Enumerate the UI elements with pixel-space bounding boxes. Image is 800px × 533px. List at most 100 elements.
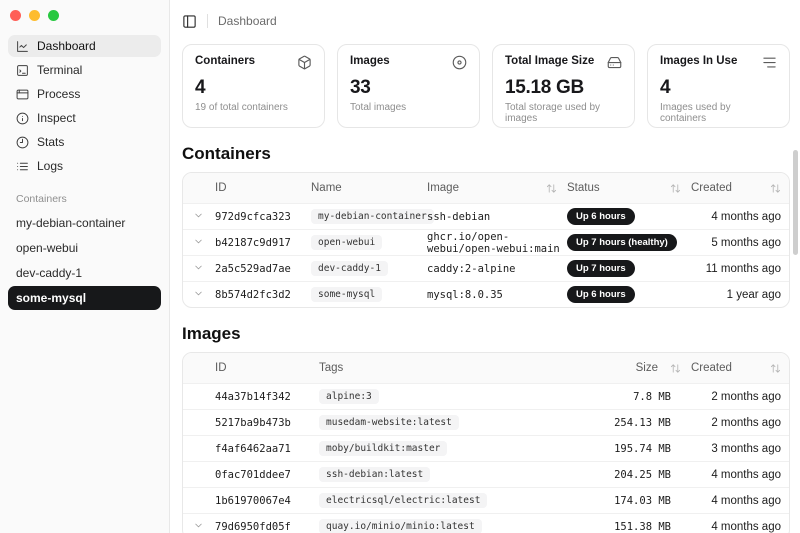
chevron-down-icon [193, 518, 204, 533]
minimize-window-button[interactable] [29, 10, 40, 21]
window-controls [8, 10, 161, 21]
sidebar-item-terminal[interactable]: Terminal [8, 59, 161, 81]
chart-line-icon [16, 40, 29, 53]
zoom-window-button[interactable] [48, 10, 59, 21]
sidebar-item-logs[interactable]: Logs [8, 155, 161, 177]
stat-card-subtitle: Total storage used by images [505, 102, 622, 124]
stat-card-value: 4 [660, 77, 777, 99]
column-header-status: Status [565, 182, 689, 194]
container-image: mysql:8.0.35 [425, 289, 565, 301]
container-created: 4 months ago [689, 211, 789, 223]
sidebar-item-stats[interactable]: Stats [8, 131, 161, 153]
container-row[interactable]: b42187c9d917open-webui ghcr.io/open-webui… [183, 229, 789, 255]
column-header-id: ID [213, 182, 309, 194]
sort-icon[interactable] [670, 363, 681, 374]
panel-left-toggle-icon[interactable] [182, 14, 197, 29]
stat-card-subtitle: Images used by containers [660, 102, 777, 124]
image-tags-badge: musedam-website:latest [319, 415, 459, 430]
hard-drive-icon [607, 55, 622, 70]
container-name-badge: my-debian-container [311, 209, 434, 224]
sidebar-item-inspect[interactable]: Inspect [8, 107, 161, 129]
image-created: 2 months ago [689, 391, 789, 403]
expand-row-button[interactable] [183, 518, 213, 533]
containers-table-header: IDNameImageStatusCreated [183, 173, 789, 203]
expand-row-button[interactable] [183, 208, 213, 226]
container-status: Up 7 hours [565, 260, 689, 277]
image-created: 2 months ago [689, 417, 789, 429]
stat-card-value: 15.18 GB [505, 77, 622, 99]
chevron-down-icon [193, 286, 204, 304]
sort-icon[interactable] [670, 183, 681, 194]
image-row[interactable]: f4af6462aa71moby/buildkit:master195.74 M… [183, 435, 789, 461]
image-tags: moby/buildkit:master [317, 441, 581, 456]
image-row[interactable]: 79d6950fd05fquay.io/minio/minio:latest15… [183, 513, 789, 533]
sidebar-container-some-mysql[interactable]: some-mysql [8, 286, 161, 310]
status-badge: Up 6 hours [567, 286, 635, 303]
images-table: IDTagsSizeCreated44a37b14f342alpine:37.8… [182, 352, 790, 533]
container-id: 8b574d2fc3d2 [213, 289, 309, 301]
stat-card-header: Containers [195, 55, 312, 70]
expand-row-button[interactable] [183, 260, 213, 278]
sidebar-container-dev-caddy-1[interactable]: dev-caddy-1 [8, 261, 161, 285]
image-row[interactable]: 1b61970067e4electricsql/electric:latest1… [183, 487, 789, 513]
container-status: Up 6 hours [565, 208, 689, 225]
chevron-down-icon [193, 234, 204, 252]
image-created: 4 months ago [689, 469, 789, 481]
sidebar-container-my-debian-container[interactable]: my-debian-container [8, 211, 161, 235]
sidebar-item-label: Process [37, 87, 80, 101]
stat-card-header: Images [350, 55, 467, 70]
sidebar: Dashboard Terminal Process Inspect Stats Logs… [0, 0, 170, 533]
container-row[interactable]: 2a5c529ad7aedev-caddy-1caddy:2-alpineUp … [183, 255, 789, 281]
image-tags: alpine:3 [317, 389, 581, 404]
stat-card-containers: Containers419 of total containers [182, 44, 325, 128]
container-id: 2a5c529ad7ae [213, 263, 309, 275]
containers-heading: Containers [182, 144, 790, 164]
sort-icon[interactable] [770, 183, 781, 194]
sort-icon[interactable] [546, 183, 557, 194]
expand-row-button[interactable] [183, 286, 213, 304]
close-window-button[interactable] [10, 10, 21, 21]
image-tags: electricsql/electric:latest [317, 493, 581, 508]
column-header-label: Created [691, 182, 732, 194]
container-created: 1 year ago [689, 289, 789, 301]
stat-card-title: Images [350, 55, 390, 67]
image-size: 254.13 MB [581, 417, 689, 429]
main-content: Dashboard Containers419 of total contain… [170, 0, 800, 533]
app-window-icon [16, 88, 29, 101]
image-row[interactable]: 44a37b14f342alpine:37.8 MB2 months ago [183, 383, 789, 409]
terminal-icon [16, 64, 29, 77]
container-id: 972d9cfca323 [213, 211, 309, 223]
image-tags: musedam-website:latest [317, 415, 581, 430]
stat-card-images-in-use: Images In Use4Images used by containers [647, 44, 790, 128]
topbar-divider [207, 14, 208, 28]
image-created: 3 months ago [689, 443, 789, 455]
sidebar-item-process[interactable]: Process [8, 83, 161, 105]
stat-card-value: 33 [350, 77, 467, 99]
image-tags-badge: electricsql/electric:latest [319, 493, 487, 508]
container-row[interactable]: 972d9cfca323my-debian-containerssh-debia… [183, 203, 789, 229]
disc-icon [452, 55, 467, 70]
containers-table: IDNameImageStatusCreated972d9cfca323my-d… [182, 172, 790, 308]
sort-icon[interactable] [770, 363, 781, 374]
image-tags-badge: alpine:3 [319, 389, 379, 404]
container-id: b42187c9d917 [213, 237, 309, 249]
container-name-badge: open-webui [311, 235, 382, 250]
image-size: 151.38 MB [581, 521, 689, 533]
image-row[interactable]: 0fac701ddee7ssh-debian:latest204.25 MB4 … [183, 461, 789, 487]
sidebar-item-label: Terminal [37, 63, 82, 77]
sidebar-item-label: Stats [37, 135, 64, 149]
expand-row-button[interactable] [183, 234, 213, 252]
image-row[interactable]: 5217ba9b473bmusedam-website:latest254.13… [183, 409, 789, 435]
column-header-label: ID [215, 362, 227, 374]
image-tags-badge: ssh-debian:latest [319, 467, 430, 482]
sidebar-nav: Dashboard Terminal Process Inspect Stats Logs [8, 35, 161, 177]
stat-card-subtitle: Total images [350, 102, 467, 113]
container-row[interactable]: 8b574d2fc3d2some-mysqlmysql:8.0.35Up 6 h… [183, 281, 789, 307]
stat-card-header: Total Image Size [505, 55, 622, 70]
sidebar-item-dashboard[interactable]: Dashboard [8, 35, 161, 57]
container-created: 5 months ago [689, 237, 789, 249]
sidebar-container-open-webui[interactable]: open-webui [8, 236, 161, 260]
list-icon [16, 160, 29, 173]
container-image: ghcr.io/open-webui/open-webui:main [425, 231, 565, 255]
vertical-scrollbar[interactable] [793, 150, 798, 255]
